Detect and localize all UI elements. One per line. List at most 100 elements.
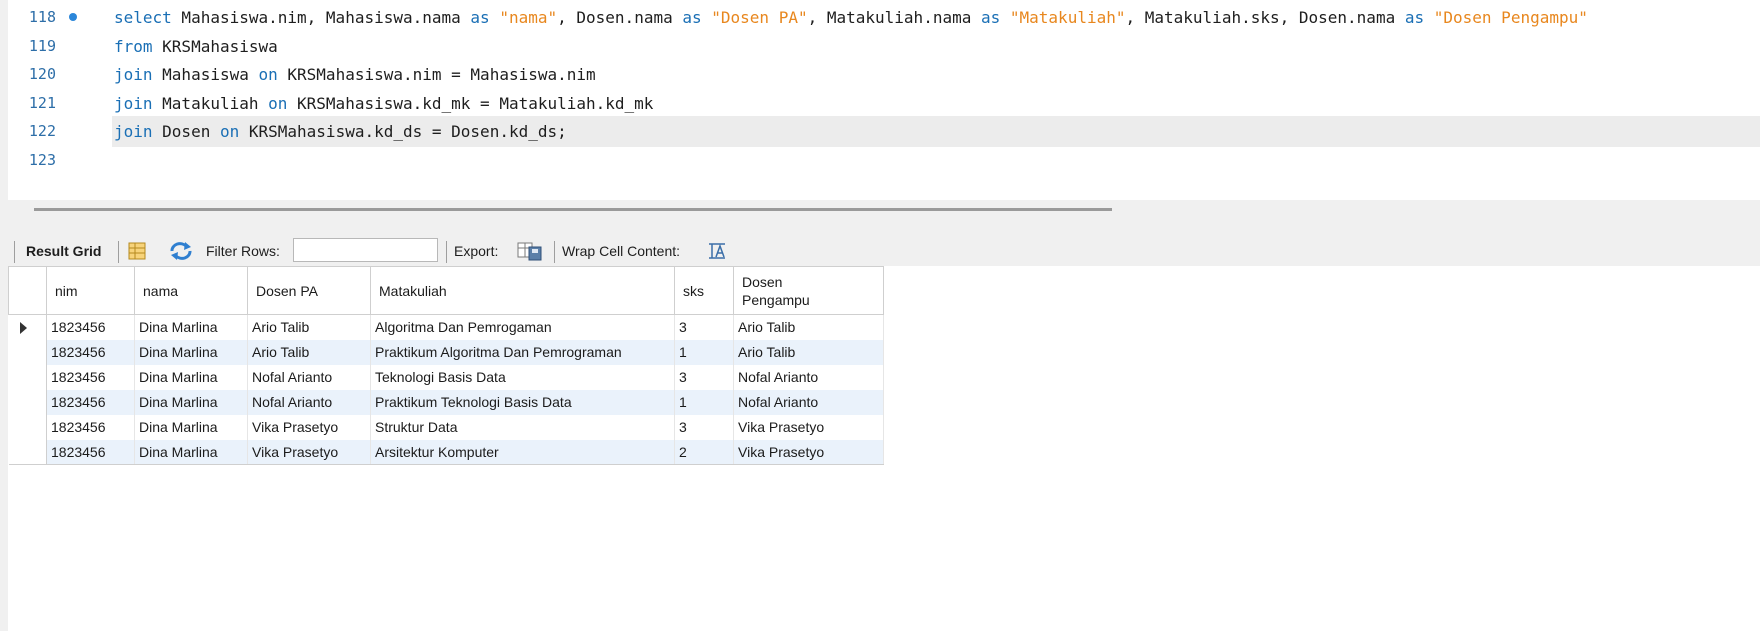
column-header[interactable]: sks (674, 266, 734, 315)
table-row[interactable]: 1823456 Dina Marlina Vika Prasetyo Struktur… (8, 414, 884, 440)
sql-text: KRSMahasiswa.nim = Mahasiswa.nim (277, 65, 596, 84)
sql-keyword: as (682, 8, 702, 27)
table-cell[interactable]: Dina Marlina (134, 339, 248, 365)
table-cell[interactable]: Praktikum Teknologi Basis Data (370, 389, 675, 415)
row-header[interactable] (8, 389, 47, 415)
result-grid[interactable]: nim nama Dosen PA Matakuliah sks Dosen P… (8, 266, 1760, 631)
current-row-arrow-icon (19, 322, 27, 334)
table-cell[interactable]: Vika Prasetyo (733, 414, 884, 440)
code-line[interactable]: from KRSMahasiswa (114, 31, 278, 62)
line-number: 118 (28, 8, 56, 26)
sql-string: "Dosen Pengampu" (1433, 8, 1588, 27)
table-cell[interactable]: Teknologi Basis Data (370, 364, 675, 390)
export-file-icon[interactable] (516, 241, 544, 261)
toolbar-separator (118, 241, 119, 263)
column-header[interactable]: Dosen PA (247, 266, 371, 315)
table-cell[interactable]: Dina Marlina (134, 364, 248, 390)
table-row[interactable]: 1823456 Dina Marlina Ario Talib Algoritma D… (8, 314, 884, 340)
sql-text: , Dosen.nama (557, 8, 683, 27)
code-line[interactable]: join Mahasiswa on KRSMahasiswa.nim = Mah… (114, 59, 596, 90)
result-grid-tab[interactable]: Result Grid (26, 234, 101, 268)
sql-text: Dosen (152, 122, 220, 141)
table-cell[interactable]: Dina Marlina (134, 439, 248, 465)
table-cell[interactable]: Ario Talib (733, 314, 884, 340)
statement-marker-icon[interactable] (69, 13, 77, 21)
line-number: 120 (28, 65, 56, 83)
table-cell[interactable]: 2 (674, 439, 734, 465)
table-cell[interactable]: 3 (674, 414, 734, 440)
table-header-row: nim nama Dosen PA Matakuliah sks Dosen P… (8, 266, 884, 315)
code-line[interactable]: join Matakuliah on KRSMahasiswa.kd_mk = … (114, 88, 653, 119)
table-cell[interactable]: Nofal Arianto (247, 389, 371, 415)
table-cell[interactable]: Ario Talib (733, 339, 884, 365)
table-cell[interactable]: Ario Talib (247, 339, 371, 365)
table-cell[interactable]: 1 (674, 339, 734, 365)
table-cell[interactable]: 1823456 (46, 364, 135, 390)
row-header-corner (8, 266, 47, 315)
horizontal-scrollbar[interactable] (34, 208, 1112, 211)
toolbar-separator (554, 241, 555, 263)
table-cell[interactable]: Ario Talib (247, 314, 371, 340)
wrap-cell-content-label: Wrap Cell Content: (562, 243, 681, 259)
sql-keyword: on (268, 93, 288, 113)
table-cell[interactable]: Dina Marlina (134, 314, 248, 340)
row-header[interactable] (8, 339, 47, 365)
column-header[interactable]: nim (46, 266, 135, 315)
row-header[interactable] (8, 414, 47, 440)
table-cell[interactable]: Algoritma Dan Pemrogaman (370, 314, 675, 340)
table-cell[interactable]: 3 (674, 364, 734, 390)
column-header[interactable]: Dosen Pengampu (733, 266, 884, 315)
table-cell[interactable]: 1823456 (46, 339, 135, 365)
row-header[interactable] (8, 364, 47, 390)
sql-keyword: from (114, 36, 153, 56)
table-cell[interactable]: Struktur Data (370, 414, 675, 440)
table-cell[interactable]: Nofal Arianto (733, 389, 884, 415)
sql-text: Mahasiswa.nim, Mahasiswa.nama (171, 8, 471, 27)
sql-text: Matakuliah (152, 93, 269, 113)
table-cell[interactable]: 1 (674, 389, 734, 415)
table-cell[interactable]: Nofal Arianto (247, 364, 371, 390)
export-label: Export: (454, 243, 499, 259)
table-cell[interactable]: Vika Prasetyo (247, 414, 371, 440)
line-number: 119 (28, 36, 56, 55)
table-cell[interactable]: 1823456 (46, 414, 135, 440)
table-cell[interactable]: Vika Prasetyo (247, 439, 371, 465)
sql-text: , Matakuliah.nama (807, 8, 981, 27)
row-header[interactable] (8, 314, 47, 340)
column-header[interactable]: nama (134, 266, 248, 315)
table-cell[interactable]: Dina Marlina (134, 414, 248, 440)
panel-edge (0, 266, 8, 631)
row-header[interactable] (8, 439, 47, 465)
wrap-text-icon[interactable] (706, 241, 728, 261)
toolbar-separator (446, 241, 447, 263)
table-cell[interactable]: 1823456 (46, 314, 135, 340)
table-cell[interactable]: 3 (674, 314, 734, 340)
code-line[interactable]: join Dosen on KRSMahasiswa.kd_ds = Dosen… (114, 116, 567, 147)
table-cell[interactable]: 1823456 (46, 389, 135, 415)
column-header[interactable]: Matakuliah (370, 266, 675, 315)
table-cell[interactable]: Praktikum Algoritma Dan Pemrograman (370, 339, 675, 365)
table-row[interactable]: 1823456 Dina Marlina Nofal Arianto Teknolog… (8, 364, 884, 390)
sql-text: Mahasiswa (152, 65, 259, 84)
table-row[interactable]: 1823456 Dina Marlina Nofal Arianto Praktiku… (8, 389, 884, 415)
table-row[interactable]: 1823456 Dina Marlina Vika Prasetyo Arsitekt… (8, 439, 884, 465)
grid-view-icon[interactable] (126, 241, 148, 261)
sql-text: KRSMahasiswa (152, 36, 278, 56)
filter-rows-label: Filter Rows: (206, 243, 280, 259)
table-row[interactable]: 1823456 Dina Marlina Ario Talib Praktikum A… (8, 339, 884, 365)
table-cell[interactable]: Nofal Arianto (733, 364, 884, 390)
table-cell[interactable]: Dina Marlina (134, 389, 248, 415)
table-cell[interactable]: 1823456 (46, 439, 135, 465)
filter-rows-input[interactable] (293, 238, 438, 262)
table-cell[interactable]: Arsitektur Komputer (370, 439, 675, 465)
code-line[interactable]: select Mahasiswa.nim, Mahasiswa.nama as … (114, 2, 1588, 33)
sql-editor[interactable]: 118 select Mahasiswa.nim, Mahasiswa.nama … (8, 0, 1760, 200)
sql-text: , Matakuliah.sks, Dosen.nama (1125, 8, 1405, 27)
sql-keyword: select (114, 8, 172, 27)
sql-keyword: join (114, 122, 153, 141)
refresh-icon[interactable] (168, 241, 194, 261)
table-cell[interactable]: Vika Prasetyo (733, 439, 884, 465)
